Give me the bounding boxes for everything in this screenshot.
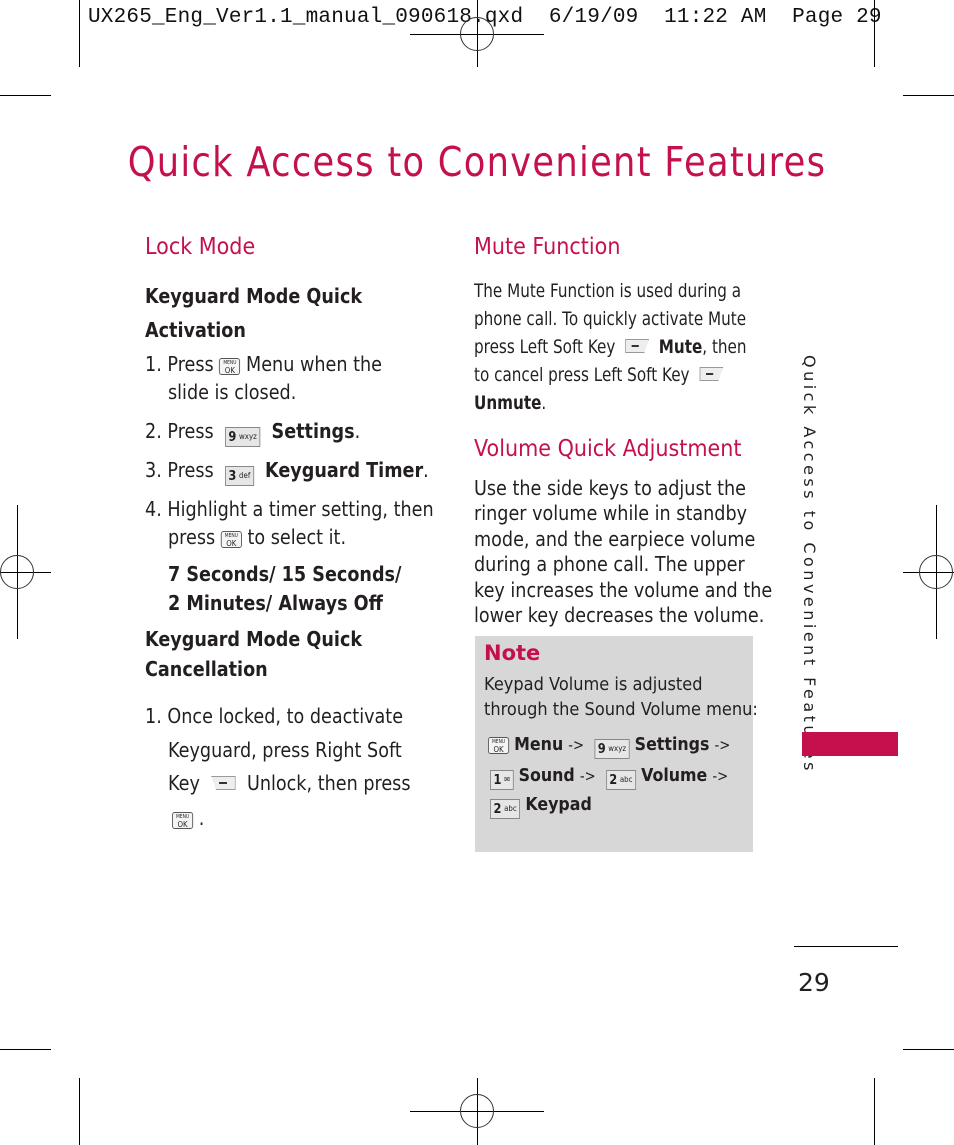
cancel-step-line3: Key Unlock, then press bbox=[168, 771, 411, 795]
key-3-icon: 3 def bbox=[224, 466, 254, 486]
cancel-step-line2: Keyguard, press Right Soft bbox=[168, 738, 402, 762]
crop-mark bbox=[874, 0, 875, 67]
cancellation-heading-line2: Cancellation bbox=[145, 657, 268, 681]
side-tab-label: Quick Access to Convenient Features bbox=[800, 355, 819, 774]
step-1-prefix: 1. Press bbox=[145, 352, 214, 376]
note-line1: Keypad Volume is adjusted bbox=[484, 674, 703, 695]
activation-heading-line2: Activation bbox=[145, 318, 246, 342]
crop-mark bbox=[0, 1049, 51, 1050]
menu-ok-key-icon: MENU OK bbox=[220, 531, 242, 548]
mute-line3: press Left Soft Key Mute, then bbox=[474, 336, 747, 358]
crop-mark bbox=[903, 95, 954, 96]
note-path-line1: MENU OK Menu -> 9 wxyz Settings -> bbox=[488, 731, 730, 759]
page-number: 29 bbox=[798, 968, 830, 997]
note-title: Note bbox=[484, 641, 541, 665]
key-1-icon: 1 ✉ bbox=[490, 770, 514, 790]
volume-line: ringer volume while in standby bbox=[474, 501, 748, 526]
crop-mark bbox=[903, 1049, 954, 1050]
step-1-line2: slide is closed. bbox=[168, 380, 297, 404]
timer-options-line1: 7 Seconds/ 15 Seconds/ bbox=[168, 562, 402, 586]
volume-line: mode, and the earpiece volume bbox=[474, 526, 756, 551]
mute-line4: to cancel press Left Soft Key bbox=[474, 361, 724, 389]
volume-line: lower key decreases the volume. bbox=[474, 603, 765, 628]
settings-label: Settings bbox=[271, 419, 355, 443]
lock-mode-heading: Lock Mode bbox=[145, 234, 256, 260]
crop-mark bbox=[874, 1078, 875, 1145]
step-2: 2. Press 9 wxyz Settings. bbox=[145, 419, 361, 447]
right-soft-key-icon bbox=[211, 776, 236, 790]
volume-line: key increases the volume and the bbox=[474, 577, 773, 602]
left-soft-key-icon bbox=[625, 339, 650, 353]
volume-line: Use the side keys to adjust the bbox=[474, 476, 747, 500]
timer-options-line2: 2 Minutes/ Always Off bbox=[168, 591, 383, 615]
footer-rule bbox=[794, 946, 898, 947]
cancel-step-line4: MENU OK . bbox=[172, 804, 204, 832]
key-2-icon: 2 abc bbox=[490, 799, 521, 819]
step-1: 1. Press MENU OK Menu when the bbox=[145, 350, 382, 378]
mute-function-heading: Mute Function bbox=[474, 234, 621, 260]
crop-mark bbox=[79, 1078, 80, 1145]
step-4-line2: press MENU OK to select it. bbox=[168, 525, 347, 549]
keyguard-timer-label: Keyguard Timer bbox=[265, 458, 424, 482]
volume-line: during a phone call. The upper bbox=[474, 552, 745, 577]
volume-heading: Volume Quick Adjustment bbox=[474, 436, 742, 462]
mute-line1: The Mute Function is used during a bbox=[474, 280, 742, 302]
menu-ok-key-icon: MENU OK bbox=[219, 358, 241, 375]
note-path-line2: 1 ✉ Sound -> 2 abc Volume -> bbox=[490, 762, 728, 790]
left-soft-key-icon bbox=[699, 367, 724, 381]
cancellation-heading-line1: Keyguard Mode Quick bbox=[145, 627, 363, 651]
step-3: 3. Press 3 def Keyguard Timer. bbox=[145, 458, 429, 486]
cancel-step-line1: 1. Once locked, to deactivate bbox=[145, 704, 404, 728]
mute-line5: Unmute. bbox=[474, 392, 547, 414]
activation-heading-line1: Keyguard Mode Quick bbox=[145, 284, 363, 308]
menu-ok-key-icon: MENU OK bbox=[488, 737, 510, 754]
crop-mark bbox=[0, 95, 51, 96]
step-4-line1: 4. Highlight a timer setting, then bbox=[145, 497, 434, 521]
menu-ok-key-icon: MENU OK bbox=[172, 812, 194, 829]
page-title: Quick Access to Convenient Features bbox=[127, 138, 827, 186]
key-9-icon: 9 wxyz bbox=[594, 739, 630, 759]
note-line2: through the Sound Volume menu: bbox=[484, 699, 758, 720]
note-path-line3: 2 abc Keypad bbox=[490, 791, 592, 819]
volume-body: Use the side keys to adjust the ringer v… bbox=[474, 476, 813, 628]
step-1-suffix: Menu when the bbox=[246, 352, 382, 376]
crop-mark bbox=[79, 0, 80, 67]
side-tab-marker bbox=[802, 732, 898, 756]
key-2-icon: 2 abc bbox=[605, 770, 637, 790]
mute-line2: phone call. To quickly activate Mute bbox=[474, 308, 747, 330]
key-9-icon: 9 wxyz bbox=[224, 427, 261, 447]
